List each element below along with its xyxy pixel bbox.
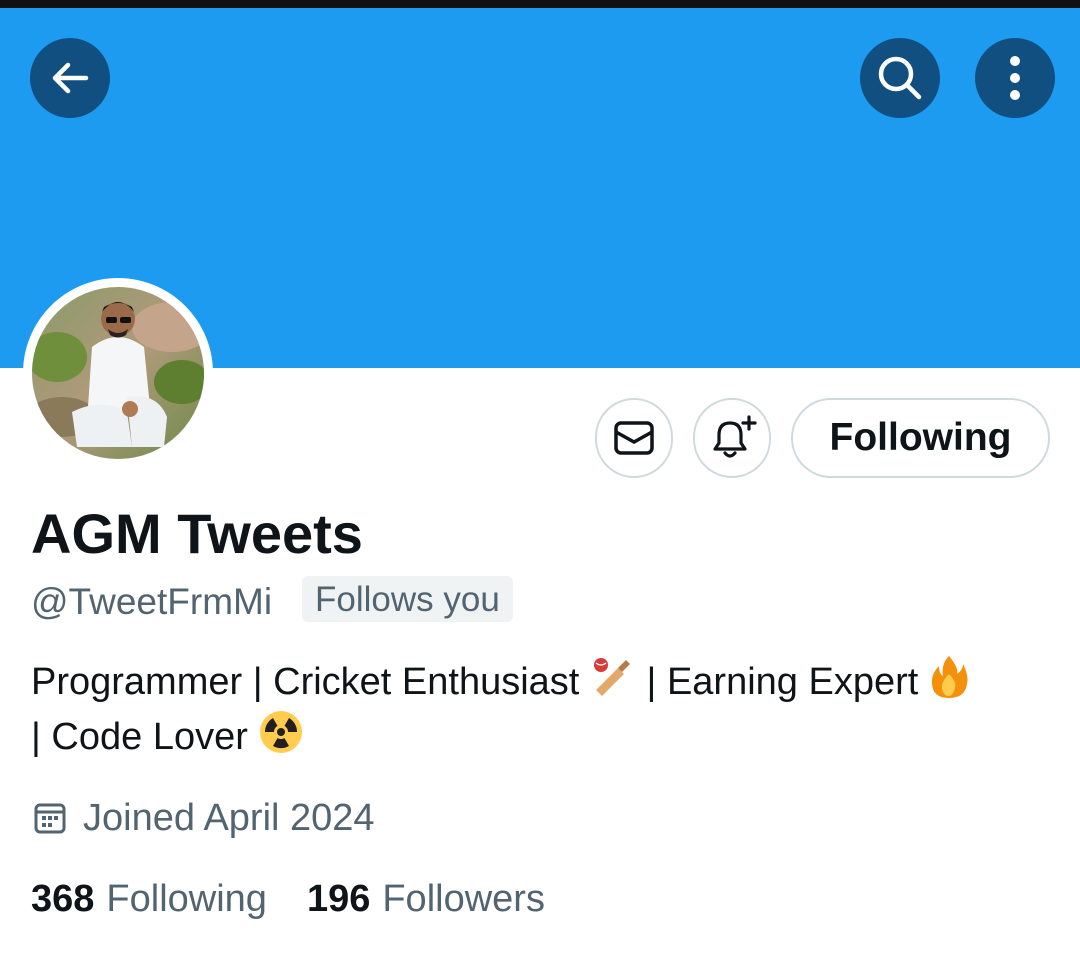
followers-count-link[interactable]: 196 Followers <box>307 876 545 922</box>
search-button[interactable] <box>860 38 940 118</box>
bio-separator: | <box>646 661 667 703</box>
followers-label: Followers <box>382 878 545 920</box>
follows-you-badge: Follows you <box>302 576 513 622</box>
back-button[interactable] <box>30 38 110 118</box>
profile-page: Following AGM Tweets @TweetFrmMi Follows… <box>0 0 1080 963</box>
following-count: 368 <box>31 878 95 920</box>
notifications-button[interactable] <box>693 398 771 478</box>
avatar-photo <box>32 287 204 459</box>
display-name: AGM Tweets <box>31 502 363 565</box>
bio-text-2: Earning Expert <box>666 661 919 703</box>
arrow-left-icon <box>52 62 89 94</box>
bio: Programmer | Cricket Enthusiast | Earnin… <box>31 654 1041 764</box>
message-button[interactable] <box>595 398 673 478</box>
bio-text-3: | Code Lover <box>31 716 248 758</box>
following-button-label: Following <box>829 416 1012 459</box>
search-icon <box>878 56 922 100</box>
fire-icon <box>931 656 968 698</box>
bell-plus-icon <box>713 415 757 458</box>
followers-count: 196 <box>306 878 371 920</box>
envelope-icon <box>614 421 654 455</box>
radioactive-icon <box>260 711 303 753</box>
avatar[interactable] <box>23 278 213 468</box>
status-bar-edge <box>0 0 1080 8</box>
follow-stats: 368 Following 196 Followers <box>31 876 545 922</box>
following-count-link[interactable]: 368 Following <box>31 876 267 922</box>
calendar-icon <box>34 803 66 834</box>
user-handle: @TweetFrmMi <box>31 581 273 622</box>
bio-text-1: Programmer | Cricket Enthusiast <box>31 661 580 703</box>
following-label: Following <box>106 878 267 920</box>
more-vertical-icon <box>1010 56 1020 100</box>
joined-date: Joined April 2024 <box>33 795 375 841</box>
cricket-bat-icon <box>593 658 630 696</box>
following-button[interactable]: Following <box>791 398 1050 478</box>
more-options-button[interactable] <box>975 38 1055 118</box>
joined-text: Joined April 2024 <box>83 796 375 839</box>
